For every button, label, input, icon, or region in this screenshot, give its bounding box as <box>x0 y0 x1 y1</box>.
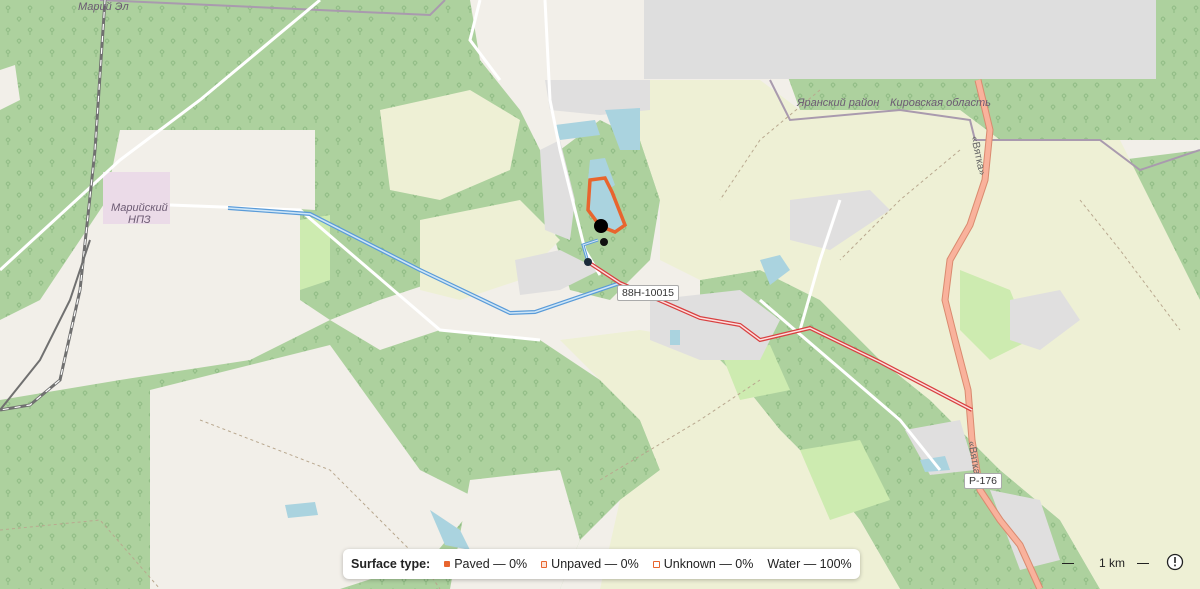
map-viewport[interactable]: Марий Эл Марийский НПЗ Яранский район Ки… <box>0 0 1200 589</box>
region-label-mari-el: Марий Эл <box>78 1 129 13</box>
district-label-yaransky: Яранский район <box>797 97 880 109</box>
waypoint-marker <box>600 238 608 246</box>
road-shield-regional: 88Н-10015 <box>617 285 679 301</box>
legend-label-paved: Paved — 0% <box>454 557 528 571</box>
legend-label-unpaved: Unpaved — 0% <box>551 557 639 571</box>
legend-label-water: Water — 100% <box>767 557 852 571</box>
refinery-label-line1: Марийский <box>111 202 168 214</box>
map-canvas[interactable] <box>0 0 1200 589</box>
legend-item-paved: Paved — 0% <box>444 557 527 571</box>
legend-item-unpaved: Unpaved — 0% <box>541 557 639 571</box>
scale-line-left <box>1062 562 1074 564</box>
surface-type-legend: Surface type: Paved — 0% Unpaved — 0% Un… <box>343 549 860 579</box>
legend-item-water: Water — 100% <box>767 557 851 571</box>
start-marker <box>594 219 608 233</box>
refinery-label-line2: НПЗ <box>128 214 151 226</box>
unpaved-swatch <box>541 560 548 568</box>
info-icon <box>1166 553 1184 571</box>
scale-line-right <box>1137 562 1150 564</box>
region-label-kirov: Кировская область <box>890 97 991 109</box>
legend-item-unknown: Unknown — 0% <box>652 557 754 571</box>
legend-title: Surface type: <box>351 557 431 571</box>
unknown-swatch <box>652 560 660 568</box>
map-overlay-placeholder <box>644 0 1156 79</box>
paved-swatch <box>444 561 451 567</box>
refinery-label: Марийский НПЗ <box>111 202 168 226</box>
end-marker <box>584 258 592 266</box>
scale-bar: 1 km <box>1062 553 1150 573</box>
legend-label-unknown: Unknown — 0% <box>663 557 754 571</box>
info-button[interactable] <box>1166 553 1184 571</box>
scale-label: 1 km <box>1099 556 1126 570</box>
road-shield-federal: Р-176 <box>964 473 1003 489</box>
